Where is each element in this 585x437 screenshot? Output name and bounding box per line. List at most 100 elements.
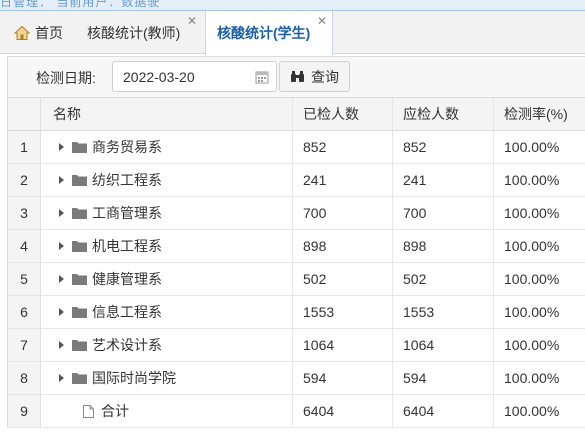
row-name: 信息工程系 [92,304,162,320]
row-rate: 100.00% [504,271,560,287]
top-info-strip: 日管理： 当前用户：数据驶 [0,0,585,11]
row-tested: 1064 [293,329,393,361]
table-row[interactable]: 9 合计 6404 6404 100.00% [8,395,585,428]
tab-teacher-stats[interactable]: 核酸统计(教师) ✕ [87,11,197,54]
row-tested: 1553 [293,296,393,328]
date-field[interactable]: 2022-03-20 [112,61,277,92]
row-index: 6 [8,296,41,328]
row-rate: 100.00% [504,304,560,320]
row-rate: 100.00% [504,139,560,155]
header-index [8,98,41,130]
tab-bar: 首页 核酸统计(教师) ✕ 核酸统计(学生) ✕ [0,11,585,55]
row-rate: 100.00% [504,172,560,188]
folder-icon [72,241,87,252]
table-row[interactable]: 7 艺术设计系 1064 1064 100.00% [8,329,585,362]
folder-icon [72,142,87,153]
query-button[interactable]: 查询 [279,61,350,92]
date-value: 2022-03-20 [123,69,195,85]
folder-icon [72,208,87,219]
row-name: 工商管理系 [92,205,162,221]
row-index: 3 [8,197,41,229]
expand-arrow-icon[interactable] [59,341,64,349]
folder-icon [72,373,87,384]
row-expected: 1064 [393,329,494,361]
close-icon[interactable]: ✕ [317,15,327,27]
row-name: 健康管理系 [92,271,162,287]
row-name-cell: 合计 [41,395,293,427]
binoculars-icon [291,71,304,82]
search-toolbar: 检测日期: 2022-03-20 查询 [7,56,585,97]
row-name: 艺术设计系 [92,337,162,353]
row-tested: 852 [293,131,393,163]
expand-arrow-icon[interactable] [59,374,64,382]
row-rate: 100.00% [504,403,560,419]
header-rate[interactable]: 检测率(%) [494,98,585,130]
calendar-icon[interactable] [255,70,269,84]
row-name-cell: 纺织工程系 [41,164,293,196]
row-expected: 594 [393,362,494,394]
row-name-cell: 艺术设计系 [41,329,293,361]
row-expected: 1553 [393,296,494,328]
folder-icon [72,307,87,318]
expand-arrow-icon[interactable] [59,275,64,283]
row-rate: 100.00% [504,205,560,221]
row-name: 纺织工程系 [92,172,162,188]
row-expected: 502 [393,263,494,295]
table-row[interactable]: 5 健康管理系 502 502 100.00% [8,263,585,296]
table-row[interactable]: 8 国际时尚学院 594 594 100.00% [8,362,585,395]
row-name: 机电工程系 [92,238,162,254]
table-row[interactable]: 1 商务贸易系 852 852 100.00% [8,131,585,164]
row-tested: 700 [293,197,393,229]
expand-arrow-icon[interactable] [59,242,64,250]
row-rate: 100.00% [504,238,560,254]
row-index: 7 [8,329,41,361]
header-tested[interactable]: 已检人数 [293,98,393,130]
row-name-cell: 商务贸易系 [41,131,293,163]
expand-arrow-icon[interactable] [59,176,64,184]
tab-teacher-stats-label: 核酸统计(教师) [87,24,181,41]
folder-icon [72,274,87,285]
row-index: 8 [8,362,41,394]
row-name-cell: 国际时尚学院 [41,362,293,394]
table-row[interactable]: 3 工商管理系 700 700 100.00% [8,197,585,230]
row-tested: 898 [293,230,393,262]
file-icon [83,404,94,418]
row-name: 商务贸易系 [92,139,162,155]
row-index: 5 [8,263,41,295]
row-rate: 100.00% [504,370,560,386]
tab-student-stats-label: 核酸统计(学生) [217,25,311,41]
table-row[interactable]: 4 机电工程系 898 898 100.00% [8,230,585,263]
row-expected: 700 [393,197,494,229]
expand-arrow-icon[interactable] [59,308,64,316]
date-label: 检测日期: [36,70,96,86]
table-row[interactable]: 6 信息工程系 1553 1553 100.00% [8,296,585,329]
tab-student-stats[interactable]: 核酸统计(学生) ✕ [205,11,333,55]
row-tested: 502 [293,263,393,295]
row-tested: 241 [293,164,393,196]
expand-arrow-icon[interactable] [59,209,64,217]
query-button-label: 查询 [311,68,339,85]
home-icon [14,25,30,40]
tab-home[interactable]: 首页 [14,11,63,54]
table-row[interactable]: 2 纺织工程系 241 241 100.00% [8,164,585,197]
row-index: 2 [8,164,41,196]
row-expected: 6404 [393,395,494,427]
row-name-cell: 信息工程系 [41,296,293,328]
row-name-cell: 机电工程系 [41,230,293,262]
row-name: 国际时尚学院 [92,370,176,386]
row-name-cell: 健康管理系 [41,263,293,295]
header-name[interactable]: 名称 [41,98,293,130]
close-icon[interactable]: ✕ [187,15,197,27]
expand-arrow-icon[interactable] [59,143,64,151]
row-index: 4 [8,230,41,262]
row-index: 9 [8,395,41,427]
tab-home-label: 首页 [35,24,63,41]
table-header: 名称 已检人数 应检人数 检测率(%) [8,97,585,131]
row-name: 合计 [101,403,129,419]
header-expected[interactable]: 应检人数 [393,98,494,130]
row-tested: 6404 [293,395,393,427]
row-rate: 100.00% [504,337,560,353]
top-info-text: 日管理： 当前用户：数据驶 [0,0,161,9]
stats-table: 名称 已检人数 应检人数 检测率(%) 1 商务贸易系 852 852 100.00% 2… [7,97,585,428]
row-tested: 594 [293,362,393,394]
